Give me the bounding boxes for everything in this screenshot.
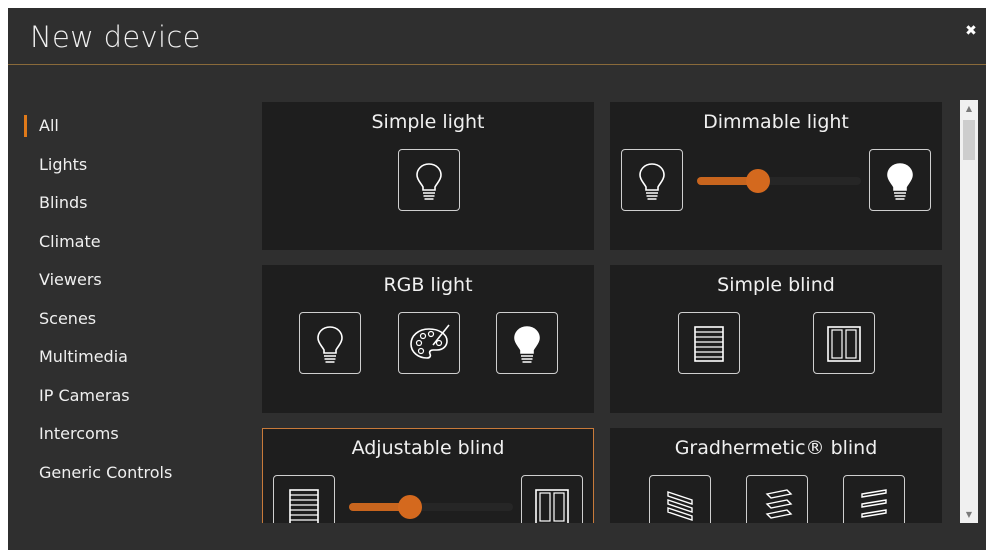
blind-open-icon[interactable]: [521, 475, 583, 523]
sidebar-item-generic-controls[interactable]: Generic Controls: [24, 461, 244, 500]
new-device-dialog: New device ✖ All Lights Blinds Climate V…: [8, 8, 986, 550]
card-title: Adjustable blind: [351, 437, 505, 459]
slats-closed-icon[interactable]: [649, 475, 711, 523]
sidebar-item-multimedia[interactable]: Multimedia: [24, 345, 244, 384]
scroll-down-arrow-icon[interactable]: ▼: [960, 506, 978, 523]
close-icon[interactable]: ✖: [962, 22, 980, 40]
device-card-adjustable-blind[interactable]: Adjustable blind: [262, 428, 594, 523]
sidebar-item-all[interactable]: All: [24, 114, 244, 153]
card-title: Simple light: [371, 111, 485, 133]
blind-closed-icon[interactable]: [678, 312, 740, 374]
device-card-gradhermetic-blind[interactable]: Gradhermetic® blind: [610, 428, 942, 523]
sidebar-item-ip-cameras[interactable]: IP Cameras: [24, 384, 244, 423]
blind-closed-icon[interactable]: [273, 475, 335, 523]
position-slider[interactable]: [349, 495, 513, 519]
sidebar-item-intercoms[interactable]: Intercoms: [24, 422, 244, 461]
bulb-on-icon[interactable]: [496, 312, 558, 374]
device-grid: Simple light Dimmable light RGB light Si…: [262, 100, 946, 523]
card-title: Dimmable light: [703, 111, 849, 133]
sidebar-item-blinds[interactable]: Blinds: [24, 191, 244, 230]
sidebar-item-lights[interactable]: Lights: [24, 153, 244, 192]
brightness-slider[interactable]: [697, 169, 861, 193]
blind-open-icon[interactable]: [813, 312, 875, 374]
bulb-on-icon[interactable]: [869, 149, 931, 211]
card-title: Gradhermetic® blind: [674, 437, 878, 459]
device-card-simple-light[interactable]: Simple light: [262, 102, 594, 250]
slider-thumb[interactable]: [745, 169, 770, 193]
sidebar-item-viewers[interactable]: Viewers: [24, 268, 244, 307]
card-title: Simple blind: [717, 274, 835, 296]
color-palette-icon[interactable]: [398, 312, 460, 374]
slats-tilted-icon[interactable]: [746, 475, 808, 523]
category-sidebar: All Lights Blinds Climate Viewers Scenes…: [24, 114, 244, 499]
dialog-title: New device: [30, 20, 201, 54]
device-card-dimmable-light[interactable]: Dimmable light: [610, 102, 942, 250]
bulb-off-icon[interactable]: [621, 149, 683, 211]
device-card-rgb-light[interactable]: RGB light: [262, 265, 594, 413]
title-divider: [8, 64, 986, 65]
device-card-simple-blind[interactable]: Simple blind: [610, 265, 942, 413]
scroll-up-arrow-icon[interactable]: ▲: [960, 100, 978, 117]
vertical-scrollbar[interactable]: ▲ ▼: [960, 100, 978, 523]
sidebar-item-climate[interactable]: Climate: [24, 230, 244, 269]
slats-open-icon[interactable]: [843, 475, 905, 523]
sidebar-item-scenes[interactable]: Scenes: [24, 307, 244, 346]
bulb-off-icon[interactable]: [398, 149, 460, 211]
card-title: RGB light: [383, 274, 473, 296]
slider-thumb[interactable]: [397, 495, 422, 519]
bulb-off-icon[interactable]: [299, 312, 361, 374]
scrollbar-thumb[interactable]: [963, 120, 975, 160]
